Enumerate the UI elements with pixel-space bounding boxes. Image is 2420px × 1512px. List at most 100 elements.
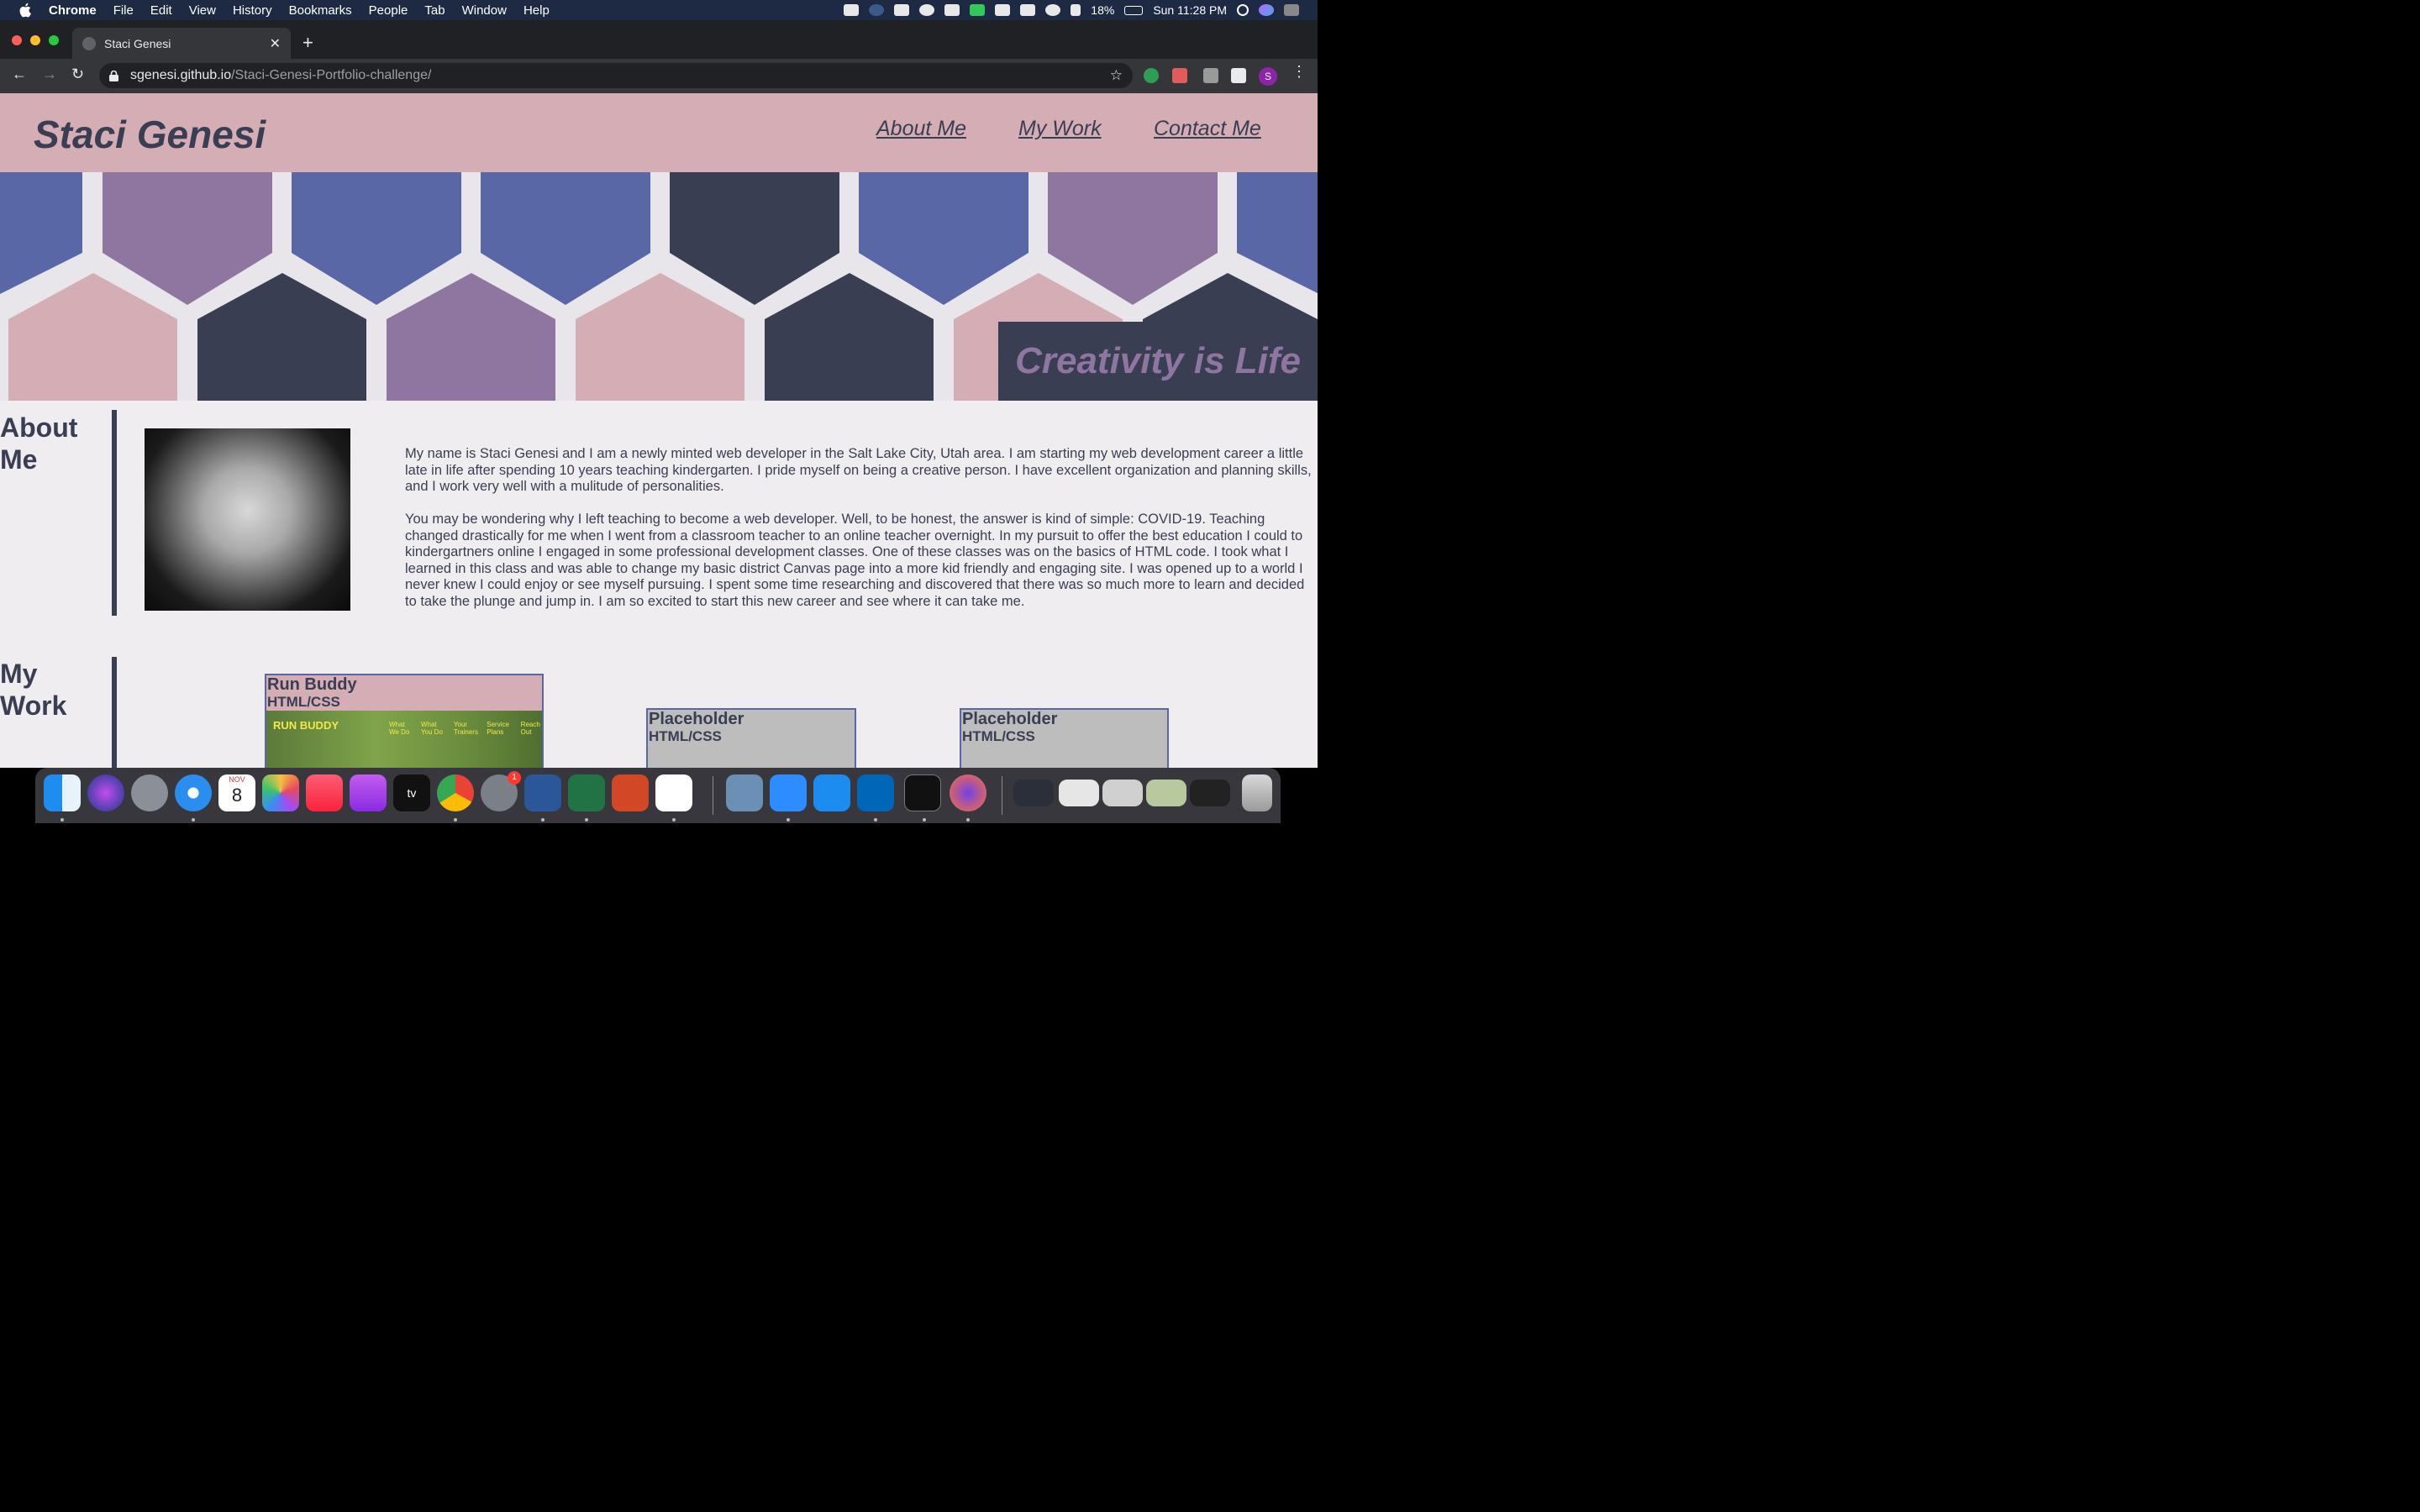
profile-portrait-image <box>145 428 350 611</box>
menu-view[interactable]: View <box>189 3 216 18</box>
photos-icon[interactable] <box>262 774 299 811</box>
minimized-window-thumbnail[interactable] <box>1102 780 1143 806</box>
minimized-window-thumbnail[interactable] <box>1059 780 1099 806</box>
close-window-button[interactable] <box>12 35 22 45</box>
podcasts-icon[interactable] <box>350 774 387 811</box>
battery-icon[interactable] <box>1124 5 1144 15</box>
malwarebytes-status-icon[interactable] <box>944 4 960 16</box>
close-tab-icon[interactable]: ✕ <box>270 35 281 52</box>
extension-eyedropper-icon[interactable] <box>1203 68 1218 83</box>
project-name: Run Buddy <box>267 675 357 694</box>
project-card-placeholder-1[interactable]: Placeholder HTML/CSS <box>646 708 856 768</box>
lock-icon <box>109 70 118 81</box>
powerpoint-icon[interactable] <box>612 774 649 811</box>
project-tech: HTML/CSS <box>649 728 722 744</box>
clipboard-status-icon[interactable] <box>970 4 986 16</box>
trash-icon[interactable] <box>1242 774 1272 811</box>
extension-grammarly-icon[interactable] <box>1144 68 1159 83</box>
zoom-icon[interactable] <box>770 774 807 811</box>
siri-icon[interactable] <box>87 774 124 811</box>
wifi-icon[interactable] <box>1045 4 1061 16</box>
extension-screencast-icon[interactable] <box>1172 68 1187 83</box>
extensions-puzzle-icon[interactable] <box>1231 68 1246 83</box>
browser-tab-active[interactable]: Staci Genesi ✕ <box>72 28 291 59</box>
vscode-icon[interactable] <box>857 774 894 811</box>
xcode-icon[interactable] <box>813 774 850 811</box>
terminal-icon[interactable] <box>904 774 941 811</box>
preview-icon[interactable] <box>726 774 763 811</box>
chat-status-icon[interactable] <box>869 4 885 16</box>
project-card-run-buddy[interactable]: Run Buddy HTML/CSS RUN BUDDY What We Do … <box>265 674 544 768</box>
menu-app-name[interactable]: Chrome <box>49 3 97 18</box>
running-indicator <box>966 818 970 822</box>
safari-icon[interactable] <box>175 774 212 811</box>
tagline-text: Creativity is Life <box>1015 340 1301 381</box>
word-icon[interactable] <box>524 774 561 811</box>
back-arrow-icon[interactable]: ← <box>12 66 27 83</box>
screenshot-nav-item: What You Do <box>420 721 443 736</box>
system-preferences-icon[interactable]: 1 <box>481 771 521 811</box>
slack-icon[interactable] <box>655 774 692 811</box>
address-bar[interactable]: sgenesi.github.io/Staci-Genesi-Portfolio… <box>99 63 1133 88</box>
zoom-status-icon[interactable] <box>844 4 860 16</box>
project-name: Placeholder <box>962 710 1058 728</box>
airplay-icon[interactable] <box>995 4 1011 16</box>
browser-tab-strip: Staci Genesi ✕ + <box>0 20 1318 59</box>
bookmark-star-icon[interactable]: ☆ <box>1110 67 1123 84</box>
launchpad-icon[interactable] <box>131 774 168 811</box>
menu-people[interactable]: People <box>369 3 408 18</box>
running-indicator <box>541 818 544 822</box>
notification-center-icon[interactable] <box>1284 4 1299 16</box>
my-work-divider <box>112 657 117 768</box>
spotlight-search-icon[interactable] <box>1237 4 1249 16</box>
siri-status-icon[interactable] <box>1259 4 1274 16</box>
project-card-placeholder-2[interactable]: Placeholder HTML/CSS <box>960 708 1169 768</box>
tagline-banner: Creativity is Life <box>998 322 1318 401</box>
macos-dock: NOV 8 tv 1 <box>35 768 1281 823</box>
nav-link-contact-me[interactable]: Contact Me <box>1154 117 1261 141</box>
project-screenshot-image: RUN BUDDY What We Do What You Do Your Tr… <box>266 711 542 768</box>
minimize-window-button[interactable] <box>30 35 40 45</box>
finder-icon[interactable] <box>44 774 81 811</box>
nav-link-about-me[interactable]: About Me <box>876 117 966 141</box>
forward-arrow-icon[interactable]: → <box>42 66 57 83</box>
menu-clock[interactable]: Sun 11:28 PM <box>1153 3 1227 17</box>
minimized-window-thumbnail[interactable] <box>1013 780 1054 806</box>
menu-tab[interactable]: Tab <box>424 3 445 18</box>
screenshot-logo-text: RUN BUDDY <box>273 719 339 732</box>
globe-icon <box>82 36 96 50</box>
apple-tv-icon[interactable]: tv <box>393 774 430 811</box>
layout-status-icon[interactable] <box>894 4 910 16</box>
reload-icon[interactable]: ↻ <box>71 66 84 83</box>
hero-banner: Creativity is Life <box>0 172 1318 401</box>
new-tab-button[interactable]: + <box>302 32 313 54</box>
menu-bookmarks[interactable]: Bookmarks <box>289 3 352 18</box>
menu-file[interactable]: File <box>113 3 134 18</box>
keyboard-status-icon[interactable] <box>1020 4 1036 16</box>
apple-icon[interactable] <box>18 3 34 18</box>
tab-title: Staci Genesi <box>104 36 171 50</box>
calendar-icon[interactable]: NOV 8 <box>218 774 255 811</box>
excel-icon[interactable] <box>568 774 605 811</box>
record-status-icon[interactable] <box>919 4 935 16</box>
browser-toolbar: ← → ↻ sgenesi.github.io/Staci-Genesi-Por… <box>0 59 1318 93</box>
url-host: sgenesi.github.io <box>130 68 232 82</box>
chrome-menu-icon[interactable]: ⋮ <box>1292 63 1307 80</box>
menu-bar-status-area: 18% Sun 11:28 PM <box>844 0 1318 20</box>
screenshot-nav-item: Reach Out <box>520 721 540 736</box>
zoom-window-button[interactable] <box>49 35 59 45</box>
menu-help[interactable]: Help <box>523 3 550 18</box>
minimized-window-thumbnail[interactable] <box>1190 780 1230 806</box>
menu-edit[interactable]: Edit <box>150 3 172 18</box>
battery-percentage[interactable]: 18% <box>1091 3 1114 17</box>
volume-icon[interactable] <box>1071 4 1081 16</box>
menu-history[interactable]: History <box>233 3 272 18</box>
music-icon[interactable] <box>306 774 343 811</box>
running-indicator <box>672 818 676 822</box>
menu-window[interactable]: Window <box>462 3 507 18</box>
nav-link-my-work[interactable]: My Work <box>1018 117 1102 141</box>
profile-avatar[interactable]: S <box>1259 67 1277 86</box>
chrome-icon[interactable] <box>437 774 474 811</box>
minimized-window-thumbnail[interactable] <box>1146 780 1186 806</box>
firefox-icon[interactable] <box>950 774 986 811</box>
